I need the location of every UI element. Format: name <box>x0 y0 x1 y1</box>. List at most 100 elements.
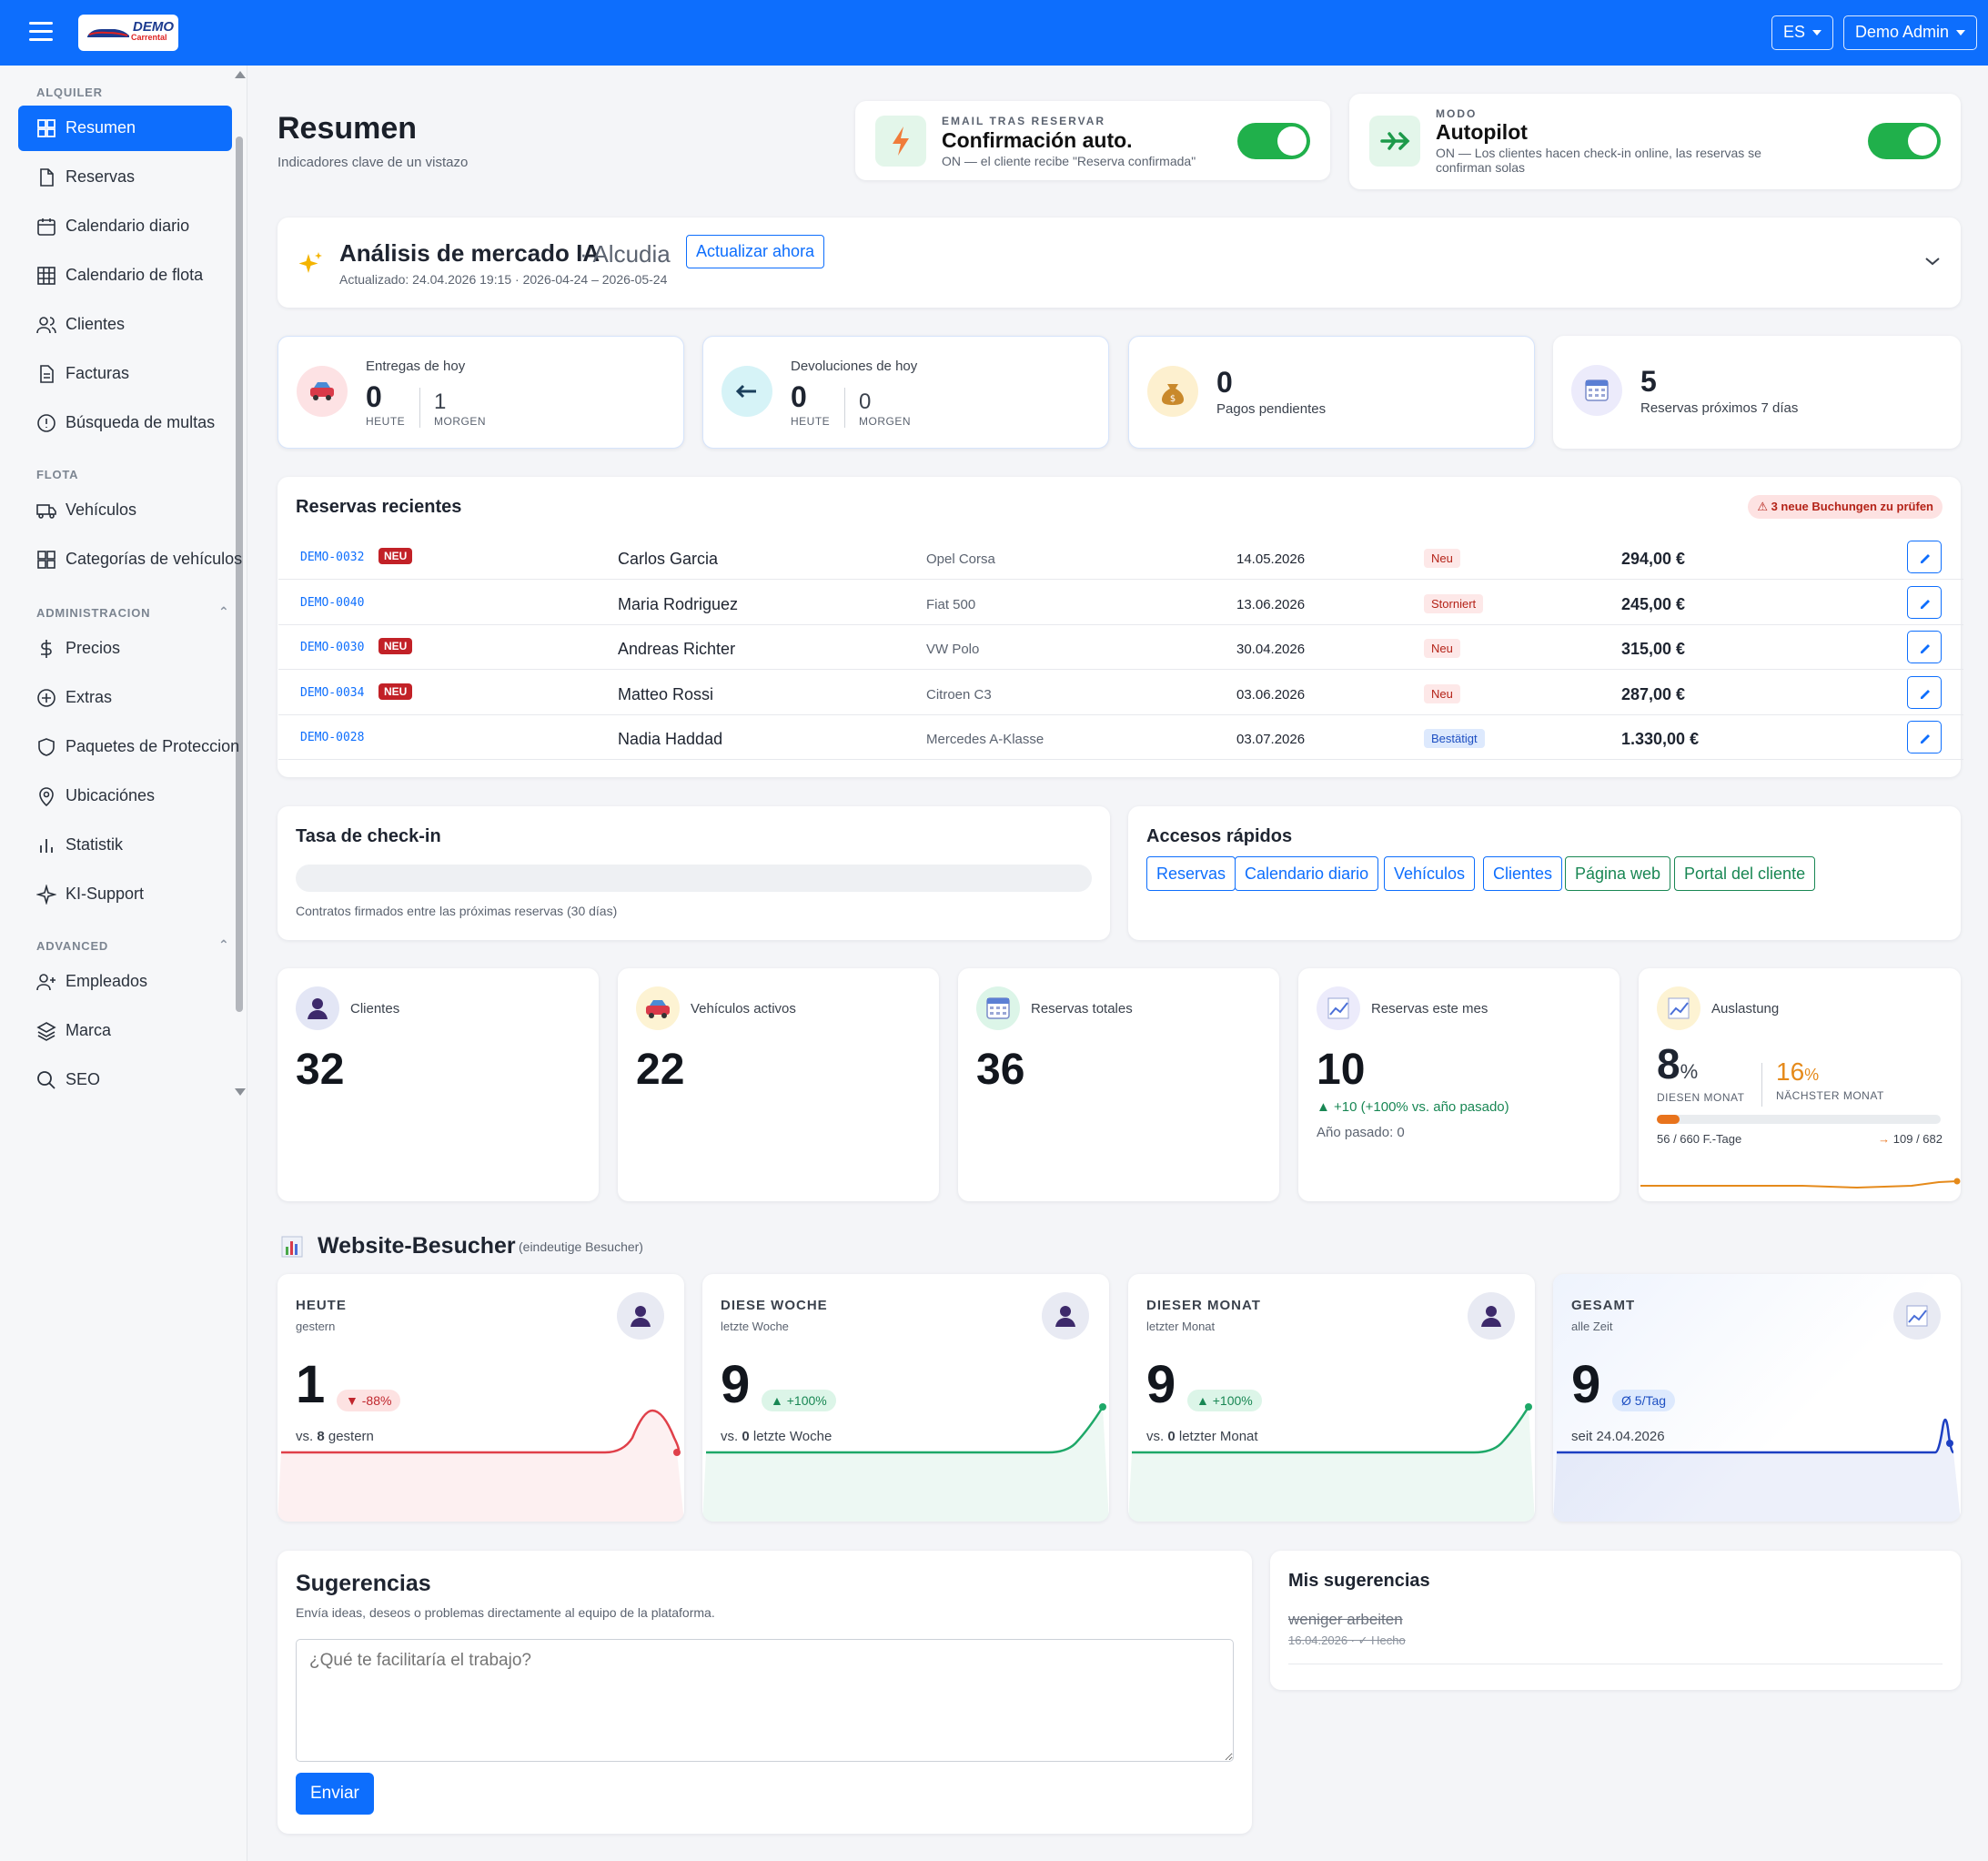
edit-button[interactable] <box>1907 631 1942 663</box>
dollar-icon <box>41 640 52 658</box>
grid-icon <box>37 551 56 569</box>
stat-label: Reservas este mes <box>1371 1001 1488 1016</box>
booking-id[interactable]: DEMO-0032 <box>300 551 364 564</box>
scroll-up-arrow[interactable] <box>235 71 246 78</box>
sidebar-item-resumen[interactable]: Resumen <box>18 106 232 151</box>
sidebar-item-calendario-flota[interactable]: Calendario de flota <box>18 253 232 298</box>
booking-id[interactable]: DEMO-0028 <box>300 731 364 744</box>
brand-logo[interactable]: DEMO Carrental <box>78 15 178 51</box>
returns-card: Devoluciones de hoy 0 HEUTE 0 MORGEN <box>702 336 1109 449</box>
quick-link-button[interactable]: Calendario diario <box>1235 856 1379 891</box>
calendar-icon <box>37 218 56 236</box>
stat-label: Clientes <box>350 1001 400 1016</box>
next7-label: Reservas próximos 7 días <box>1640 400 1799 416</box>
sidebar-item-seo[interactable]: SEO <box>18 1057 232 1103</box>
calendar-icon <box>976 986 1020 1030</box>
chevron-up-icon[interactable]: ⌃ <box>218 937 230 953</box>
edit-button[interactable] <box>1907 585 1942 619</box>
suggestion-textarea[interactable] <box>296 1639 1234 1762</box>
quick-link-button[interactable]: Reservas <box>1146 856 1236 891</box>
sidebar-item-ki-support[interactable]: KI-Support <box>18 872 232 917</box>
quick-link-button[interactable]: Página web <box>1565 856 1671 891</box>
new-bookings-alert[interactable]: ⚠ 3 neue Buchungen zu prüfen <box>1748 495 1943 519</box>
sidebar-item-label: SEO <box>66 1070 101 1088</box>
update-now-button[interactable]: Actualizar ahora <box>686 235 825 268</box>
email-confirm-toggle[interactable] <box>1237 123 1310 159</box>
table-row[interactable]: DEMO-0030 NEU Andreas Richter VW Polo 30.04.… <box>278 625 1963 670</box>
util-next-label: NÄCHSTER MONAT <box>1776 1089 1884 1102</box>
sidebar-item-marca[interactable]: Marca <box>18 1008 232 1054</box>
edit-button[interactable] <box>1907 721 1942 754</box>
sidebar-item-label: Marca <box>66 1021 112 1039</box>
deliveries-card: Entregas de hoy 0 HEUTE 1 MORGEN <box>278 336 684 449</box>
sidebar-item-statistik[interactable]: Statistik <box>18 823 232 868</box>
sidebar-item-label: Statistik <box>66 835 124 854</box>
customer-name: Nadia Haddad <box>618 730 723 748</box>
visitor-sparkline <box>1553 1418 1961 1522</box>
booking-id[interactable]: DEMO-0030 <box>300 641 364 654</box>
status-badge: Neu <box>1424 683 1460 703</box>
status-badge: Neu <box>1424 549 1460 568</box>
stat-card-vehicles: Vehículos activos 22 <box>618 968 939 1201</box>
edit-button[interactable] <box>1907 541 1942 573</box>
sidebar-item-multas[interactable]: Búsqueda de multas <box>18 400 232 446</box>
user-dropdown[interactable]: Demo Admin <box>1843 15 1978 50</box>
table-row[interactable]: DEMO-0028 Nadia Haddad Mercedes A-Klasse 03… <box>278 715 1963 760</box>
new-tag: NEU <box>378 683 413 700</box>
sidebar-item-empleados[interactable]: Empleados <box>18 959 232 1005</box>
today-label: HEUTE <box>791 415 831 428</box>
sidebar-item-categorias[interactable]: Categorías de vehículos <box>18 537 242 582</box>
status-badge: Neu <box>1424 639 1460 658</box>
suggestions-card: Sugerencias Envía ideas, deseos o proble… <box>278 1551 1252 1834</box>
sidebar-item-ubicaciones[interactable]: Ubicaciónes <box>18 774 232 819</box>
layers-icon <box>36 1022 56 1041</box>
sidebar-item-proteccion[interactable]: Paquetes de Proteccion <box>18 724 239 770</box>
sidebar-item-calendario-diario[interactable]: Calendario diario <box>18 204 232 249</box>
autopilot-toggle[interactable] <box>1868 123 1941 159</box>
sidebar-item-label: Vehículos <box>66 501 137 519</box>
booking-id[interactable]: DEMO-0034 <box>300 686 364 700</box>
chevron-down-icon[interactable] <box>1924 256 1941 267</box>
sidebar-item-clientes[interactable]: Clientes <box>18 302 232 348</box>
edit-button[interactable] <box>1907 675 1942 709</box>
quick-link-button[interactable]: Portal del cliente <box>1674 856 1816 891</box>
menu-icon[interactable] <box>29 22 53 42</box>
table-row[interactable]: DEMO-0032 NEU Carlos Garcia Opel Corsa 14.05… <box>278 535 1963 580</box>
email-confirm-card: EMAIL TRAS RESERVAR Confirmación auto. O… <box>855 101 1330 180</box>
top-navbar: DEMO Carrental ES Demo Admin <box>0 0 1988 66</box>
language-dropdown[interactable]: ES <box>1771 15 1834 50</box>
returns-label: Devoluciones de hoy <box>791 359 918 374</box>
status-badge: Bestätigt <box>1424 729 1485 748</box>
visitor-sparkline <box>278 1409 684 1522</box>
stat-label: Reservas totales <box>1031 1001 1133 1016</box>
booking-id[interactable]: DEMO-0040 <box>300 596 364 610</box>
toggle-title: Autopilot <box>1436 120 1528 144</box>
quick-link-button[interactable]: Vehículos <box>1384 856 1476 891</box>
sidebar-item-label: Reservas <box>66 167 136 186</box>
chart-up-icon <box>1657 986 1700 1030</box>
table-row[interactable]: DEMO-0040 Maria Rodriguez Fiat 500 13.06.20… <box>278 581 1963 625</box>
table-row[interactable]: DEMO-0034 NEU Matteo Rossi Citroen C3 03.06.… <box>278 671 1963 715</box>
toggle-kicker: MODO <box>1436 107 1478 120</box>
market-analysis-card: Análisis de mercado IA · Alcudia Actuali… <box>278 217 1961 308</box>
scroll-down-arrow[interactable] <box>235 1088 246 1096</box>
suggestion-meta: 16.04.2026 · ✓ Hecho <box>1288 1633 1406 1647</box>
language-label: ES <box>1783 23 1806 41</box>
users-icon <box>36 317 56 334</box>
sidebar-item-facturas[interactable]: Facturas <box>18 351 232 397</box>
sidebar-item-reservas[interactable]: Reservas <box>18 155 232 200</box>
sidebar-item-label: Calendario de flota <box>66 266 204 284</box>
util-this-month: 8% <box>1657 1039 1698 1088</box>
sparkles-icon <box>298 252 322 273</box>
sidebar-item-vehiculos[interactable]: Vehículos <box>18 488 232 533</box>
send-button[interactable]: Enviar <box>296 1773 374 1815</box>
sidebar-scrollbar[interactable] <box>236 137 243 1012</box>
sidebar-item-precios[interactable]: Precios <box>18 626 232 672</box>
quick-link-button[interactable]: Clientes <box>1483 856 1563 891</box>
sidebar-item-extras[interactable]: Extras <box>18 675 232 721</box>
chevron-up-icon[interactable]: ⌃ <box>218 604 230 620</box>
plus-circle-icon <box>37 689 56 707</box>
next7-value: 5 <box>1640 365 1657 398</box>
visitor-card: DIESER MONAT letzter Monat 9 ▲ +100% vs. 0 l… <box>1128 1274 1535 1522</box>
booking-date: 03.06.2026 <box>1236 686 1306 703</box>
